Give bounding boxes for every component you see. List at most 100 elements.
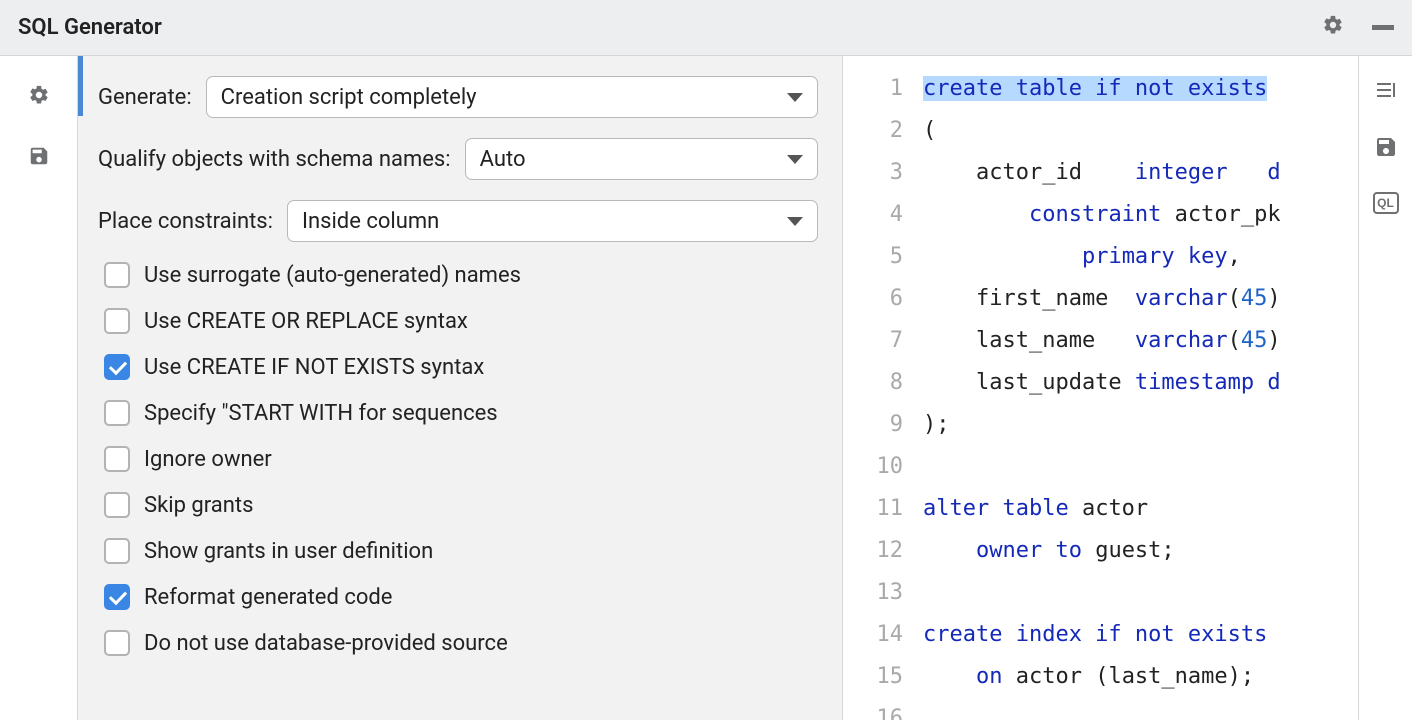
code-token: timestamp [1135, 370, 1254, 395]
checkbox-label: Specify "START WITH for sequences [144, 401, 498, 426]
code-token: last_update [923, 370, 1135, 395]
code-token: actor_pk [1161, 202, 1280, 227]
code-token: ) [1267, 286, 1280, 311]
checkbox[interactable] [104, 262, 130, 288]
line-number: 6 [843, 278, 903, 320]
line-number: 12 [843, 530, 903, 572]
code-token: 45 [1241, 328, 1268, 353]
code-token: primary key [1082, 244, 1228, 269]
checkbox[interactable] [104, 492, 130, 518]
checkbox[interactable] [104, 308, 130, 334]
generate-select[interactable]: Creation script completely [206, 76, 818, 118]
generate-value: Creation script completely [221, 85, 477, 110]
titlebar: SQL Generator [0, 0, 1412, 56]
active-category-indicator [78, 56, 83, 116]
code-token: d [1254, 370, 1281, 395]
line-number: 2 [843, 110, 903, 152]
code-token [923, 664, 976, 689]
code-token: guest; [1082, 538, 1175, 563]
code-token: on [976, 664, 1003, 689]
qualify-select[interactable]: Auto [465, 138, 818, 180]
code-token: varchar [1135, 328, 1228, 353]
window-title: SQL Generator [18, 15, 162, 40]
line-number: 8 [843, 362, 903, 404]
line-number: 9 [843, 404, 903, 446]
checkbox[interactable] [104, 354, 130, 380]
code-token: last_name [923, 328, 1135, 353]
ql-icon[interactable]: QL [1373, 192, 1399, 214]
checkbox-row[interactable]: Do not use database-provided source [104, 630, 818, 656]
line-number: 13 [843, 572, 903, 614]
save-icon[interactable] [1374, 135, 1398, 164]
checkbox-label: Show grants in user definition [144, 539, 433, 564]
options-panel: Generate: Creation script completely Qua… [78, 56, 843, 720]
chevron-down-icon [787, 217, 803, 226]
minimize-icon[interactable] [1372, 25, 1394, 30]
code-token: create index if not exists [923, 622, 1267, 647]
code-token: ( [923, 118, 936, 143]
chevron-down-icon [787, 155, 803, 164]
code-token: alter table [923, 496, 1069, 521]
checkbox-row[interactable]: Use CREATE OR REPLACE syntax [104, 308, 818, 334]
checkbox-label: Use CREATE IF NOT EXISTS syntax [144, 355, 484, 380]
line-number: 3 [843, 152, 903, 194]
code-token: first_name [923, 286, 1135, 311]
checkbox-row[interactable]: Use CREATE IF NOT EXISTS syntax [104, 354, 818, 380]
code-token: constraint [1029, 202, 1161, 227]
code-token: 45 [1241, 286, 1268, 311]
code-token: actor_id [923, 160, 1135, 185]
checkbox-row[interactable]: Skip grants [104, 492, 818, 518]
line-number: 10 [843, 446, 903, 488]
checkbox-label: Reformat generated code [144, 585, 392, 610]
checkbox[interactable] [104, 584, 130, 610]
code-token [923, 538, 976, 563]
code-token: ) [1267, 328, 1280, 353]
line-number: 11 [843, 488, 903, 530]
line-number: 15 [843, 656, 903, 698]
code-token [923, 202, 1029, 227]
checkbox-label: Skip grants [144, 493, 253, 518]
code-token: varchar [1135, 286, 1228, 311]
generate-label: Generate: [98, 85, 192, 110]
checkbox[interactable] [104, 630, 130, 656]
code-area[interactable]: create table if not exists ( actor_id int… [917, 56, 1281, 720]
checkbox-row[interactable]: Use surrogate (auto-generated) names [104, 262, 818, 288]
code-token: ); [923, 412, 950, 437]
checkbox-row[interactable]: Reformat generated code [104, 584, 818, 610]
line-number: 4 [843, 194, 903, 236]
line-number: 7 [843, 320, 903, 362]
checkbox[interactable] [104, 400, 130, 426]
checkbox-row[interactable]: Show grants in user definition [104, 538, 818, 564]
line-gutter: 12345678910111213141516 [843, 56, 917, 720]
constraints-select[interactable]: Inside column [287, 200, 818, 242]
main-area: Generate: Creation script completely Qua… [0, 56, 1412, 720]
checkbox[interactable] [104, 446, 130, 472]
code-token: actor (last_name); [1002, 664, 1254, 689]
checkbox-row[interactable]: Specify "START WITH for sequences [104, 400, 818, 426]
save-icon[interactable] [28, 145, 50, 172]
gear-icon[interactable] [28, 84, 50, 111]
code-token: create table if not exists [923, 76, 1267, 101]
list-icon[interactable] [1374, 78, 1398, 107]
constraints-value: Inside column [302, 209, 439, 234]
left-toolbar [0, 56, 78, 720]
constraints-label: Place constraints: [98, 209, 273, 234]
code-token [923, 244, 1082, 269]
qualify-value: Auto [480, 147, 526, 172]
line-number: 1 [843, 68, 903, 110]
checkbox-list: Use surrogate (auto-generated) names Use … [98, 262, 818, 656]
checkbox-label: Ignore owner [144, 447, 272, 472]
checkbox-label: Use CREATE OR REPLACE syntax [144, 309, 468, 334]
code-token: integer [1135, 160, 1228, 185]
code-token: actor [1069, 496, 1148, 521]
checkbox-row[interactable]: Ignore owner [104, 446, 818, 472]
sql-preview: 12345678910111213141516 create table if … [843, 56, 1412, 720]
line-number: 5 [843, 236, 903, 278]
code-token: ( [1228, 286, 1241, 311]
right-toolbar: QL [1358, 56, 1412, 720]
chevron-down-icon [787, 93, 803, 102]
code-token: owner to [976, 538, 1082, 563]
settings-icon[interactable] [1322, 14, 1344, 41]
checkbox[interactable] [104, 538, 130, 564]
checkbox-label: Use surrogate (auto-generated) names [144, 263, 521, 288]
